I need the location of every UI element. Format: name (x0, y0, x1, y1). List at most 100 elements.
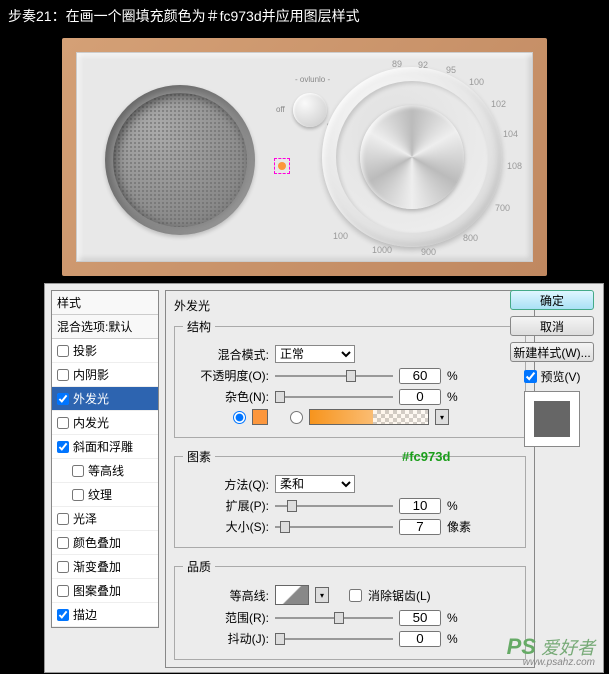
style-checkbox[interactable] (57, 585, 69, 597)
style-item-6[interactable]: 纹理 (52, 483, 158, 507)
dial-num: 1000 (372, 245, 392, 255)
style-label: 纹理 (88, 486, 112, 503)
style-checkbox[interactable] (57, 609, 69, 621)
contour-picker[interactable] (275, 585, 309, 605)
style-list-header[interactable]: 样式 (52, 291, 158, 315)
noise-slider[interactable] (275, 390, 393, 404)
jitter-slider[interactable] (275, 632, 393, 646)
method-label: 方法(Q): (183, 476, 269, 493)
panel-title: 外发光 (174, 297, 526, 314)
style-label: 内阴影 (73, 366, 109, 383)
dial-num: 700 (495, 203, 510, 213)
blend-mode-label: 混合模式: (183, 346, 269, 363)
dial-num: 800 (463, 233, 478, 243)
style-item-1[interactable]: 内阴影 (52, 363, 158, 387)
preview-label: 预览(V) (541, 368, 581, 385)
dial-num: 100 (333, 231, 348, 241)
jitter-input[interactable] (399, 631, 441, 647)
radio-face: off - ovlunlo - max 89 92 95 100 102 104… (76, 52, 533, 262)
blend-mode-select[interactable]: 正常 (275, 345, 355, 363)
blend-options-row[interactable]: 混合选项:默认 (52, 315, 158, 339)
dial-num: 89 (392, 59, 402, 69)
gradient-radio[interactable] (290, 411, 303, 424)
style-checkbox[interactable] (57, 513, 69, 525)
gradient-bar[interactable] (309, 409, 429, 425)
contour-label: 等高线: (183, 587, 269, 604)
opacity-label: 不透明度(O): (183, 367, 269, 384)
quality-group: 品质 等高线: ▾ 消除锯齿(L) 范围(R): % 抖动(J): % (174, 558, 526, 660)
style-checkbox[interactable] (57, 369, 69, 381)
style-item-2[interactable]: 外发光 (52, 387, 158, 411)
radio-illustration: off - ovlunlo - max 89 92 95 100 102 104… (62, 38, 547, 276)
unit: % (447, 499, 458, 513)
style-checkbox[interactable] (72, 465, 84, 477)
noise-label: 杂色(N): (183, 388, 269, 405)
style-label: 颜色叠加 (73, 534, 121, 551)
dial-num: 95 (446, 65, 456, 75)
noise-input[interactable] (399, 389, 441, 405)
style-item-10[interactable]: 图案叠加 (52, 579, 158, 603)
style-item-7[interactable]: 光泽 (52, 507, 158, 531)
gradient-dropdown[interactable]: ▾ (435, 409, 449, 425)
layer-style-dialog: 样式 混合选项:默认 投影内阴影外发光内发光斜面和浮雕等高线纹理光泽颜色叠加渐变… (44, 283, 604, 673)
style-label: 光泽 (73, 510, 97, 527)
contour-dropdown[interactable]: ▾ (315, 587, 329, 603)
brand-label: - ovlunlo - (295, 75, 330, 84)
style-checkbox[interactable] (57, 537, 69, 549)
style-checkbox[interactable] (57, 561, 69, 573)
range-label: 范围(R): (183, 609, 269, 626)
style-item-9[interactable]: 渐变叠加 (52, 555, 158, 579)
style-item-11[interactable]: 描边 (52, 603, 158, 627)
size-input[interactable] (399, 519, 441, 535)
tuning-dial (322, 67, 502, 247)
unit: 像素 (447, 518, 471, 535)
style-checkbox[interactable] (72, 489, 84, 501)
style-checkbox[interactable] (57, 345, 69, 357)
style-checkbox[interactable] (57, 417, 69, 429)
range-slider[interactable] (275, 611, 393, 625)
style-label: 等高线 (88, 462, 124, 479)
new-style-button[interactable]: 新建样式(W)... (510, 342, 594, 362)
dialog-buttons: 确定 取消 新建样式(W)... 预览(V) (507, 290, 597, 447)
style-item-8[interactable]: 颜色叠加 (52, 531, 158, 555)
style-label: 斜面和浮雕 (73, 438, 133, 455)
style-item-3[interactable]: 内发光 (52, 411, 158, 435)
ok-button[interactable]: 确定 (510, 290, 594, 310)
style-item-5[interactable]: 等高线 (52, 459, 158, 483)
speaker-grille (105, 85, 255, 235)
watermark: PS 爱好者 www.psahz.com (507, 636, 595, 668)
jitter-label: 抖动(J): (183, 630, 269, 647)
group-legend: 结构 (183, 318, 215, 335)
color-swatch[interactable] (252, 409, 268, 425)
dial-num: 108 (507, 161, 522, 171)
size-slider[interactable] (275, 520, 393, 534)
range-input[interactable] (399, 610, 441, 626)
style-label: 图案叠加 (73, 582, 121, 599)
size-label: 大小(S): (183, 518, 269, 535)
style-label: 外发光 (73, 390, 109, 407)
dial-num: 102 (491, 99, 506, 109)
cancel-button[interactable]: 取消 (510, 316, 594, 336)
style-list: 样式 混合选项:默认 投影内阴影外发光内发光斜面和浮雕等高线纹理光泽颜色叠加渐变… (51, 290, 159, 628)
style-item-4[interactable]: 斜面和浮雕 (52, 435, 158, 459)
dial-num: 104 (503, 129, 518, 139)
style-checkbox[interactable] (57, 441, 69, 453)
preview-checkbox[interactable] (524, 370, 537, 383)
style-item-0[interactable]: 投影 (52, 339, 158, 363)
style-checkbox[interactable] (57, 393, 69, 405)
antialias-checkbox[interactable] (349, 589, 362, 602)
opacity-input[interactable] (399, 368, 441, 384)
spread-slider[interactable] (275, 499, 393, 513)
unit: % (447, 611, 458, 625)
unit: % (447, 632, 458, 646)
spread-input[interactable] (399, 498, 441, 514)
hex-annotation: #fc973d (402, 449, 450, 464)
opacity-slider[interactable] (275, 369, 393, 383)
outer-glow-panel: 外发光 结构 混合模式: 正常 不透明度(O): % 杂色(N): % (165, 290, 535, 668)
antialias-label: 消除锯齿(L) (368, 587, 431, 604)
color-radio[interactable] (233, 411, 246, 424)
style-label: 内发光 (73, 414, 109, 431)
method-select[interactable]: 柔和 (275, 475, 355, 493)
dial-num: 100 (469, 77, 484, 87)
structure-group: 结构 混合模式: 正常 不透明度(O): % 杂色(N): % (174, 318, 526, 438)
